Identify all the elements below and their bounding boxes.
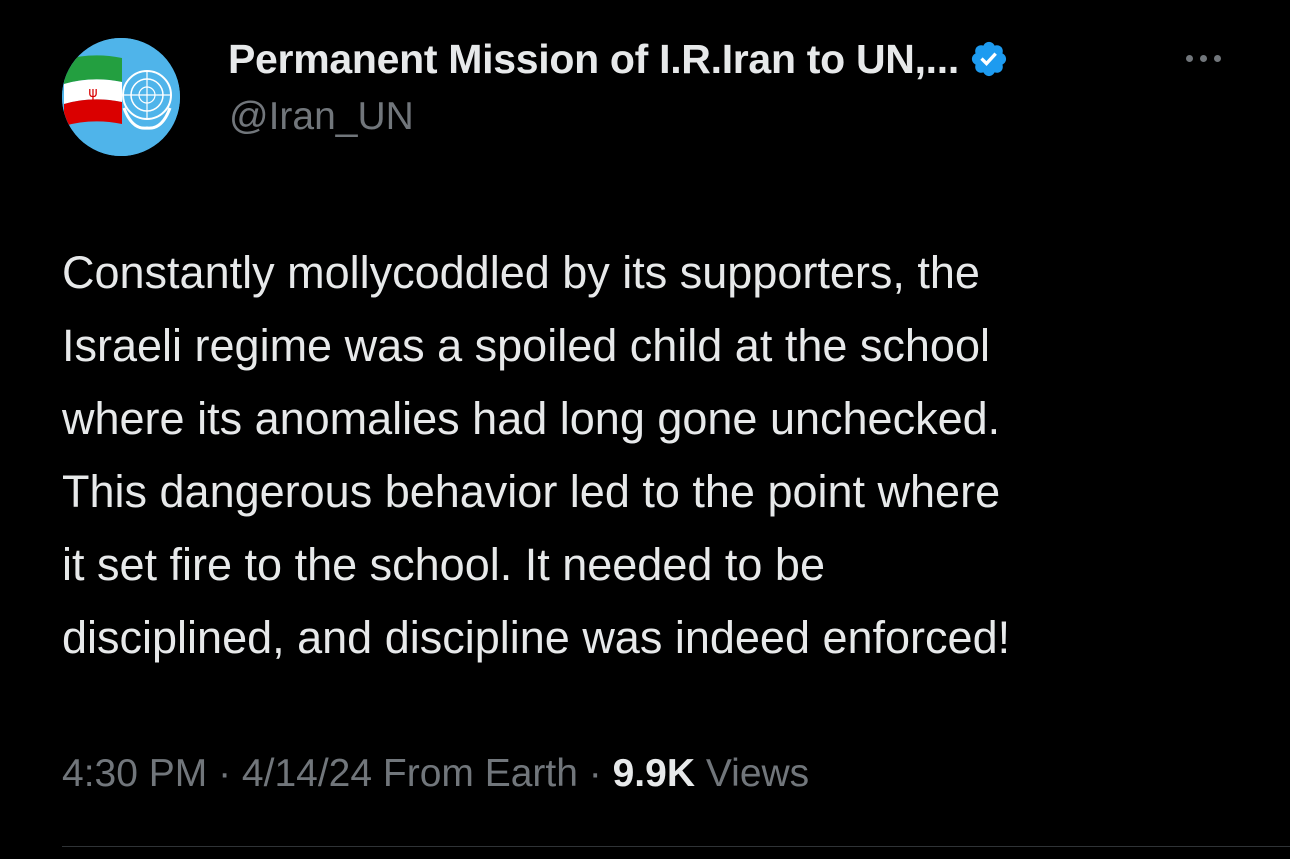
author-display-name[interactable]: Permanent Mission of I.R.Iran to UN,... [228,36,959,83]
tweet-text-line: disciplined, and discipline was indeed e… [62,612,1011,663]
views-label[interactable]: Views [706,752,809,795]
meta-separator: · [207,752,242,795]
more-dot [1214,55,1221,62]
tweet-time[interactable]: 4:30 PM [62,752,207,795]
profile-avatar[interactable]: ψ [62,38,180,156]
tweet-metadata: 4:30 PM · 4/14/24 From Earth · 9.9K View… [62,752,809,796]
views-count[interactable]: 9.9K [613,752,695,795]
tweet-text-line: Israeli regime was a spoiled child at th… [62,320,990,371]
tweet-text-line: This dangerous behavior led to the point… [62,466,1001,517]
divider [62,846,1290,847]
verified-badge-icon [969,39,1009,79]
tweet-text-line: where its anomalies had long gone unchec… [62,393,1001,444]
tweet-date[interactable]: 4/14/24 [242,752,372,795]
more-dot [1200,55,1207,62]
meta-separator: · [577,752,613,795]
more-options-icon[interactable] [1180,48,1228,68]
author-handle[interactable]: @Iran_UN [229,95,414,139]
tweet-source: From Earth [382,752,578,795]
tweet-text-line: it set fire to the school. It needed to … [62,539,825,590]
tweet-text: Constantly mollycoddled by its supporter… [62,236,1252,674]
author-name-row[interactable]: Permanent Mission of I.R.Iran to UN,... [228,34,1009,84]
tweet-container: ψ Permanent Mission of I.R.Iran to UN,..… [0,0,1290,859]
svg-text:ψ: ψ [88,85,97,101]
iran-flag-un-emblem-icon: ψ [62,38,180,156]
more-dot [1186,55,1193,62]
tweet-text-line: Constantly mollycoddled by its supporter… [62,247,980,298]
